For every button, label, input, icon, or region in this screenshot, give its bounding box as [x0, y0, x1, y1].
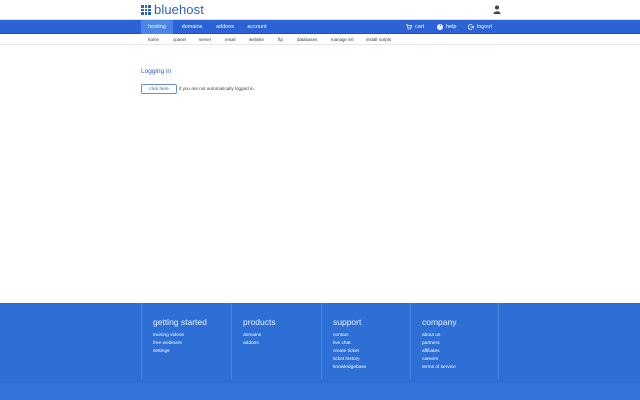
logout-link[interactable]: logout — [468, 20, 492, 34]
subnav-email[interactable]: email — [225, 34, 236, 45]
footer-column-getting-started: getting started training videos free web… — [141, 303, 231, 379]
footer-column-support: support contact live chat create ticket … — [321, 303, 410, 379]
footer-heading: support — [333, 317, 362, 327]
logout-icon — [468, 24, 474, 30]
logo-grid-icon — [141, 5, 151, 15]
footer-heading: products — [243, 317, 276, 327]
help-link[interactable]: ? help — [437, 20, 456, 34]
main-nav: hosting domains addons account cart ? he… — [0, 20, 640, 34]
subnav-ftp[interactable]: ftp — [278, 34, 283, 45]
subnav-cpanel[interactable]: cpanel — [173, 34, 186, 45]
footer-heading: company — [422, 317, 457, 327]
click-here-button[interactable]: click here — [141, 84, 177, 94]
tab-hosting[interactable]: hosting — [141, 20, 173, 34]
footer-link[interactable]: live chat — [333, 340, 410, 348]
footer-column-products: products domains addons — [231, 303, 321, 379]
subnav-databases[interactable]: databases — [297, 34, 317, 45]
svg-text:?: ? — [439, 25, 442, 30]
login-note: if you are not automatically logged in. — [179, 86, 255, 91]
subnav-server[interactable]: server — [199, 34, 211, 45]
footer-link[interactable]: knowledgebase — [333, 364, 410, 372]
tab-account[interactable]: account — [242, 20, 272, 34]
footer-link[interactable]: terms of service — [422, 364, 498, 372]
footer-link[interactable]: contact — [333, 332, 410, 340]
footer-link[interactable]: create ticket — [333, 348, 410, 356]
footer-link[interactable]: careers — [422, 356, 498, 364]
bluehost-logo[interactable]: bluehost — [141, 3, 204, 17]
footer-link[interactable]: domains — [243, 332, 321, 340]
subnav-manage-ssl[interactable]: manage ssl — [331, 34, 353, 45]
footer-link[interactable]: about us — [422, 332, 498, 340]
tab-domains[interactable]: domains — [175, 20, 209, 34]
cart-link[interactable]: cart — [406, 20, 424, 34]
footer-heading: getting started — [153, 317, 207, 327]
footer-bottom-bar — [0, 383, 640, 400]
footer-link[interactable]: affiliates — [422, 348, 498, 356]
footer-link[interactable]: free webinars — [153, 340, 231, 348]
subnav-home[interactable]: home — [148, 34, 159, 45]
footer-link[interactable]: settings — [153, 348, 231, 356]
footer-link[interactable]: partners — [422, 340, 498, 348]
footer: getting started training videos free web… — [0, 303, 640, 400]
logo-text: bluehost — [154, 2, 204, 17]
help-label: help — [446, 24, 457, 30]
cart-icon — [406, 24, 412, 30]
footer-link[interactable]: ticket history — [333, 356, 410, 364]
subnav-install-scripts[interactable]: install scripts — [366, 34, 391, 45]
subnav-website[interactable]: website — [249, 34, 264, 45]
page: bluehost hosting domains addons account … — [0, 0, 640, 400]
footer-link[interactable]: training videos — [153, 332, 231, 340]
help-icon: ? — [437, 24, 443, 30]
tab-addons[interactable]: addons — [210, 20, 240, 34]
top-bar: bluehost — [0, 0, 640, 20]
user-icon[interactable] — [493, 5, 501, 14]
sub-nav: home cpanel server email website ftp dat… — [0, 34, 640, 45]
footer-column-company: company about us partners affiliates car… — [410, 303, 499, 379]
footer-link[interactable]: addons — [243, 340, 321, 348]
cart-label: cart — [415, 24, 425, 30]
page-title: Logging in — [141, 68, 171, 75]
logout-label: logout — [477, 24, 492, 30]
